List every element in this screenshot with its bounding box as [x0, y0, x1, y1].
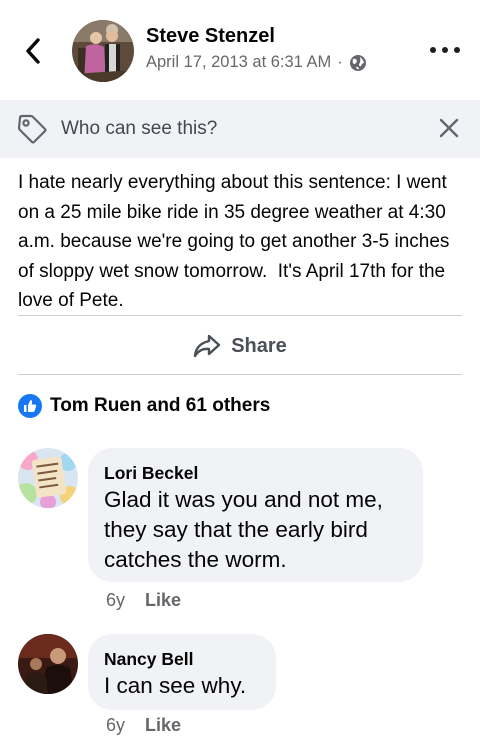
- audience-banner[interactable]: Who can see this?: [0, 100, 480, 158]
- comment-bubble: Nancy Bell I can see why.: [88, 634, 276, 710]
- post-meta: April 17, 2013 at 6:31 AM ·: [146, 53, 367, 72]
- comment-bubble: Lori Beckel Glad it was you and not me, …: [88, 448, 423, 582]
- close-icon[interactable]: [438, 117, 460, 139]
- comment-author[interactable]: Lori Beckel: [104, 463, 198, 484]
- post-header: Steve Stenzel April 17, 2013 at 6:31 AM …: [0, 0, 480, 100]
- commenter-avatar[interactable]: [18, 634, 78, 694]
- divider: [18, 374, 462, 375]
- more-options-button[interactable]: [430, 42, 460, 58]
- comment-meta: 6y Like: [106, 715, 181, 736]
- author-name[interactable]: Steve Stenzel: [146, 25, 275, 48]
- more-dot-icon: [454, 47, 460, 53]
- post-timestamp[interactable]: April 17, 2013 at 6:31 AM: [146, 53, 331, 72]
- comment-age: 6y: [106, 590, 126, 610]
- reactions-summary[interactable]: Tom Ruen and 61 others: [18, 394, 270, 418]
- post-body: I hate nearly everything about this sent…: [18, 172, 455, 312]
- comment-meta: 6y Like: [106, 590, 181, 611]
- share-button[interactable]: Share: [0, 318, 480, 374]
- back-button[interactable]: [18, 34, 48, 68]
- share-label: Share: [231, 334, 287, 357]
- comment-like-button[interactable]: Like: [145, 715, 181, 735]
- audience-label[interactable]: Who can see this?: [61, 118, 217, 140]
- reactions-label: Tom Ruen and 61 others: [50, 395, 271, 416]
- more-dot-icon: [442, 47, 448, 53]
- globe-icon[interactable]: [349, 54, 367, 72]
- comment-text: I can see why.: [104, 673, 247, 698]
- like-reaction-icon: [18, 394, 42, 418]
- comment-author[interactable]: Nancy Bell: [104, 649, 193, 670]
- tag-icon: [17, 114, 47, 144]
- share-arrow-icon: [194, 334, 221, 358]
- chevron-left-icon: [26, 38, 40, 64]
- commenter-avatar[interactable]: [18, 448, 78, 508]
- meta-separator: ·: [337, 53, 343, 71]
- comment-text: Glad it was you and not me, they say tha…: [104, 487, 383, 572]
- more-dot-icon: [430, 47, 436, 53]
- divider: [18, 315, 462, 316]
- comment-like-button[interactable]: Like: [145, 590, 181, 610]
- comment-age: 6y: [106, 715, 126, 735]
- author-avatar[interactable]: [72, 20, 134, 82]
